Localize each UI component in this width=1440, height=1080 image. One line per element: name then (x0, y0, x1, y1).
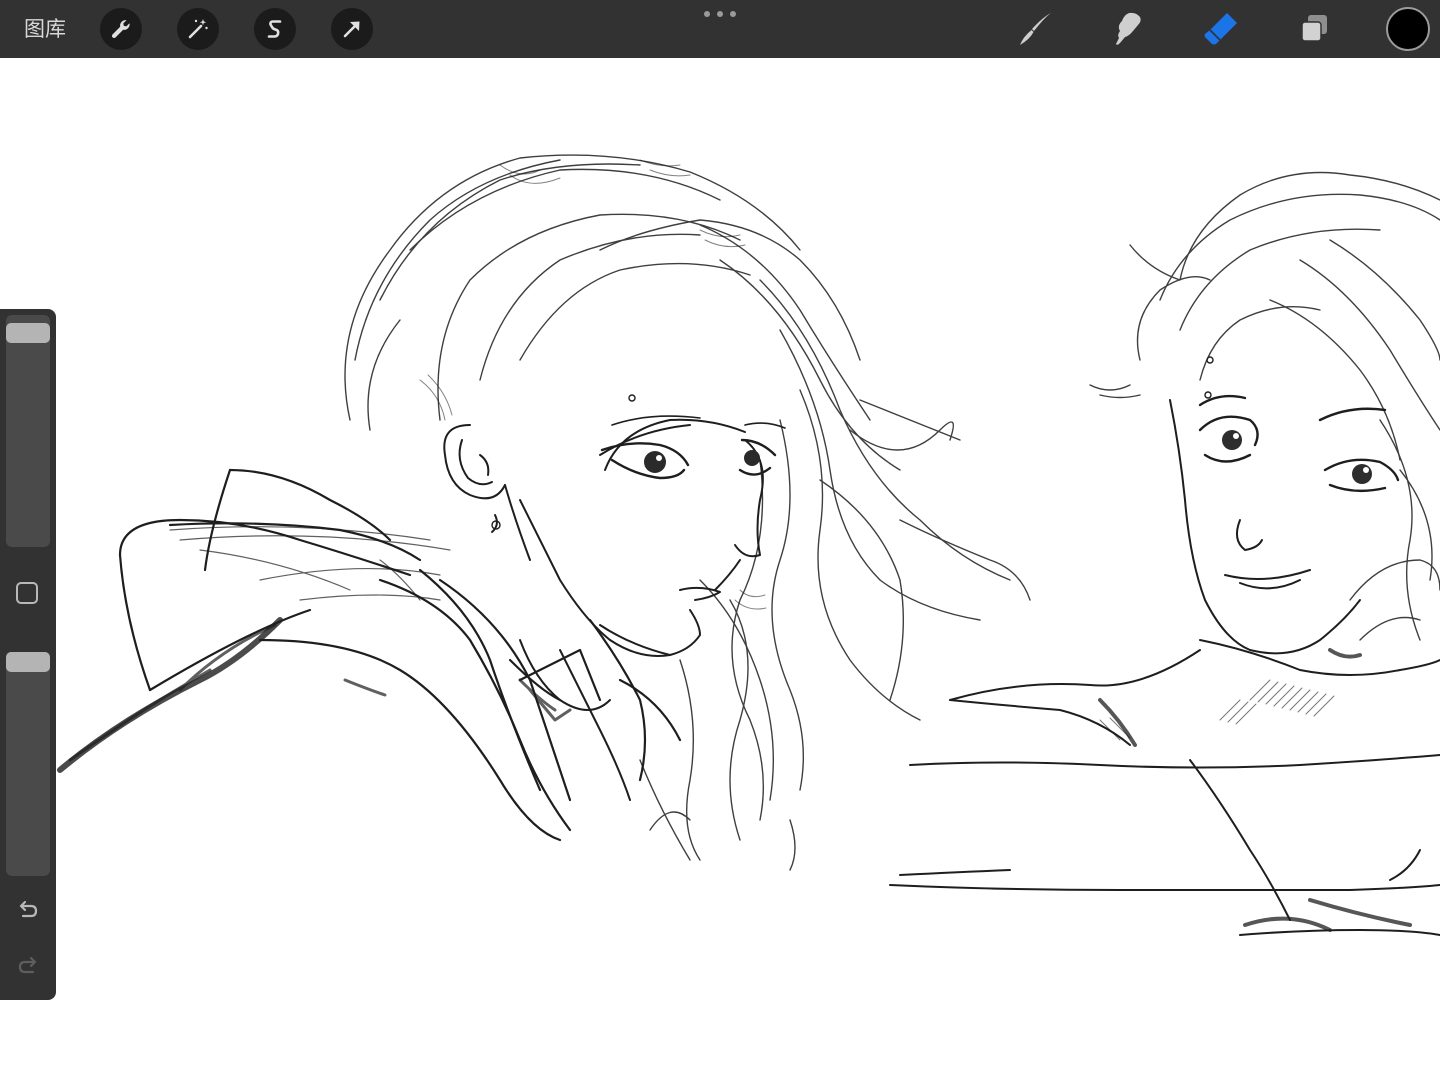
sketch-artwork (57, 154, 1440, 936)
brush-icon (1020, 13, 1051, 45)
left-sidebar (0, 309, 56, 1000)
color-picker-swatch[interactable] (1386, 7, 1430, 51)
dot-icon (717, 11, 723, 17)
paint-tool-button[interactable] (1012, 6, 1058, 52)
top-toolbar: 图库 (0, 0, 1440, 58)
eraser-icon (1204, 13, 1237, 45)
undo-button[interactable] (14, 896, 42, 924)
selection-button[interactable] (254, 8, 296, 50)
layers-button[interactable] (1291, 6, 1337, 52)
erase-tool-button[interactable] (1198, 6, 1244, 52)
selection-s-icon (267, 20, 282, 38)
opacity-slider-thumb[interactable] (6, 652, 50, 672)
opacity-slider[interactable] (6, 652, 50, 876)
smudge-icon (1116, 12, 1141, 45)
wrench-icon (111, 20, 130, 39)
dot-icon (730, 11, 736, 17)
undo-icon (19, 900, 38, 918)
layers-icon (1301, 15, 1327, 42)
magic-wand-icon (188, 19, 208, 39)
dot-icon (704, 11, 710, 17)
arrow-cursor-icon (343, 21, 360, 38)
more-options-handle[interactable] (704, 8, 736, 20)
transform-button[interactable] (331, 8, 373, 50)
gallery-button[interactable]: 图库 (14, 0, 76, 58)
actions-button[interactable] (100, 8, 142, 50)
smudge-tool-button[interactable] (1104, 6, 1150, 52)
redo-icon (18, 956, 37, 974)
brush-size-slider-thumb[interactable] (6, 323, 50, 343)
adjustments-button[interactable] (177, 8, 219, 50)
drawing-canvas[interactable] (0, 58, 1440, 1080)
brush-size-slider[interactable] (6, 315, 50, 547)
modify-square-icon[interactable] (16, 582, 38, 604)
redo-button[interactable] (14, 952, 42, 980)
